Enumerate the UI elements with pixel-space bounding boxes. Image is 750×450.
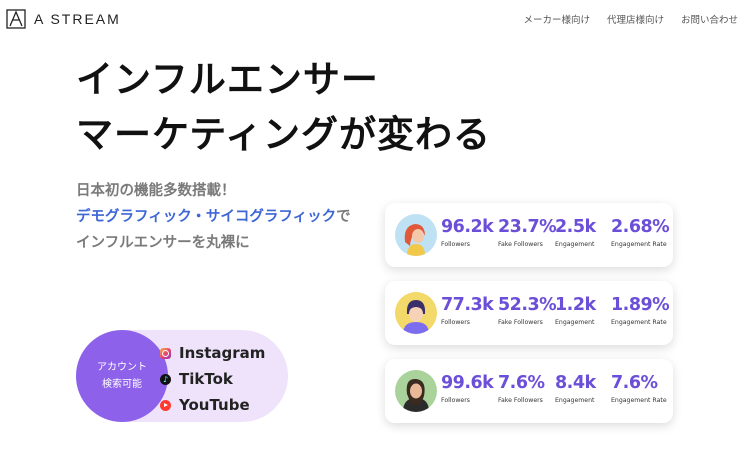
influencer-card-3[interactable]: 99.6k Followers 7.6% Fake Followers 8.4k… xyxy=(385,359,673,423)
subcopy-line-3: インフルエンサーを丸裸に xyxy=(76,235,250,251)
account-search-circle: アカウント 検索可能 xyxy=(76,330,168,422)
hero-subcopy: 日本初の機能多数搭載！ デモグラフィック・サイコグラフィックで インフルエンサー… xyxy=(76,178,351,256)
youtube-icon xyxy=(160,399,171,411)
engagement-rate-label: Engagement Rate xyxy=(611,319,667,326)
brand-logo[interactable]: A STREAM xyxy=(6,9,121,29)
nav-link-contact[interactable]: お問い合わせ xyxy=(681,12,738,26)
followers-label: Followers xyxy=(441,319,470,326)
influencer-card-2[interactable]: 77.3k Followers 52.3% Fake Followers 1.2… xyxy=(385,281,673,345)
fake-followers-label: Fake Followers xyxy=(498,397,543,404)
fake-followers-value: 52.3% xyxy=(498,295,557,315)
stat-engagement-rate: 7.6% Engagement Rate xyxy=(611,372,667,404)
engagement-rate-label: Engagement Rate xyxy=(611,241,667,248)
account-search-badge: アカウント 検索可能 Instagram ♪ TikTok YouTube xyxy=(76,330,288,422)
avatar xyxy=(395,292,437,334)
engagement-label: Engagement xyxy=(555,397,595,404)
platform-tiktok: ♪ TikTok xyxy=(160,366,265,392)
stat-fake-followers: 52.3% Fake Followers xyxy=(498,294,557,326)
brand-name: A STREAM xyxy=(34,11,121,27)
avatar xyxy=(395,370,437,412)
tiktok-icon: ♪ xyxy=(160,373,171,385)
subcopy-accent: デモグラフィック・サイコグラフィック xyxy=(76,209,337,225)
stat-engagement: 8.4k Engagement xyxy=(555,372,596,404)
stat-followers: 96.2k Followers xyxy=(441,216,494,248)
platform-name: TikTok xyxy=(179,370,233,388)
engagement-value: 8.4k xyxy=(555,373,596,393)
engagement-rate-value: 7.6% xyxy=(611,373,658,393)
stat-engagement: 1.2k Engagement xyxy=(555,294,596,326)
fake-followers-label: Fake Followers xyxy=(498,319,543,326)
fake-followers-label: Fake Followers xyxy=(498,241,543,248)
engagement-value: 2.5k xyxy=(555,217,596,237)
nav-link-agencies[interactable]: 代理店様向け xyxy=(607,12,664,26)
hero-headline: インフルエンサー マーケティングが変わる xyxy=(76,52,491,162)
fake-followers-value: 23.7% xyxy=(498,217,557,237)
fake-followers-value: 7.6% xyxy=(498,373,545,393)
main-nav: メーカー様向け 代理店様向け お問い合わせ xyxy=(506,12,738,26)
hero-title-line-2: マーケティングが変わる xyxy=(76,113,492,156)
platform-name: YouTube xyxy=(179,396,250,414)
followers-value: 96.2k xyxy=(441,217,494,237)
subcopy-line-1: 日本初の機能多数搭載！ xyxy=(76,183,236,199)
stat-followers: 77.3k Followers xyxy=(441,294,494,326)
engagement-label: Engagement xyxy=(555,319,595,326)
followers-label: Followers xyxy=(441,397,470,404)
followers-value: 77.3k xyxy=(441,295,494,315)
followers-label: Followers xyxy=(441,241,470,248)
stat-fake-followers: 23.7% Fake Followers xyxy=(498,216,557,248)
a-stream-logo-icon xyxy=(6,9,26,29)
platform-list: Instagram ♪ TikTok YouTube xyxy=(160,340,265,418)
stat-fake-followers: 7.6% Fake Followers xyxy=(498,372,545,404)
nav-link-makers[interactable]: メーカー様向け xyxy=(523,12,590,26)
avatar-illustration-icon xyxy=(395,214,437,256)
avatar xyxy=(395,214,437,256)
platform-instagram: Instagram xyxy=(160,340,265,366)
engagement-rate-value: 1.89% xyxy=(611,295,670,315)
engagement-value: 1.2k xyxy=(555,295,596,315)
stat-followers: 99.6k Followers xyxy=(441,372,494,404)
engagement-rate-value: 2.68% xyxy=(611,217,670,237)
platform-youtube: YouTube xyxy=(160,392,265,418)
platform-name: Instagram xyxy=(179,344,266,362)
stat-engagement-rate: 1.89% Engagement Rate xyxy=(611,294,670,326)
instagram-icon xyxy=(160,347,171,359)
circle-text-line-1: アカウント xyxy=(97,362,147,373)
influencer-card-1[interactable]: 96.2k Followers 23.7% Fake Followers 2.5… xyxy=(385,203,673,267)
circle-text-line-2: 検索可能 xyxy=(102,379,142,390)
engagement-label: Engagement xyxy=(555,241,595,248)
followers-value: 99.6k xyxy=(441,373,494,393)
stat-engagement: 2.5k Engagement xyxy=(555,216,596,248)
hero-title-line-1: インフルエンサー xyxy=(76,58,379,101)
engagement-rate-label: Engagement Rate xyxy=(611,397,667,404)
avatar-illustration-icon xyxy=(395,292,437,334)
stat-engagement-rate: 2.68% Engagement Rate xyxy=(611,216,670,248)
subcopy-line-2-rest: で xyxy=(336,209,351,225)
top-bar: A STREAM メーカー様向け 代理店様向け お問い合わせ xyxy=(0,0,750,40)
subcopy-line-2: デモグラフィック・サイコグラフィックで xyxy=(76,204,351,230)
avatar-illustration-icon xyxy=(395,370,437,412)
